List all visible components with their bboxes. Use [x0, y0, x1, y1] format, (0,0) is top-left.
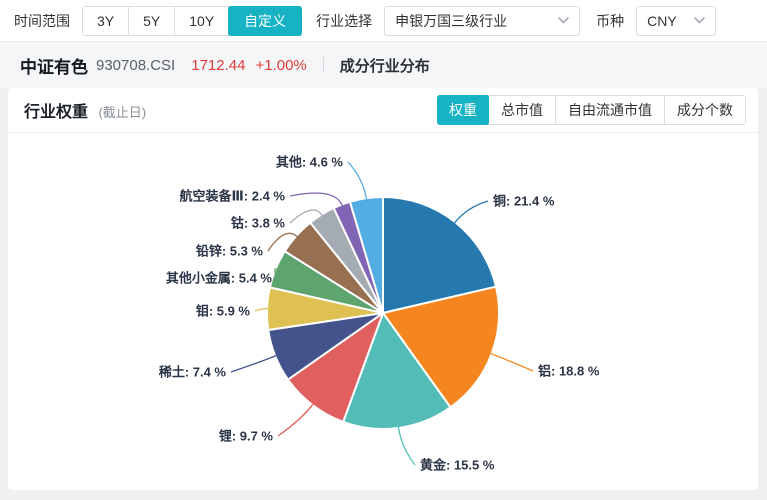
industry-select-label: 行业选择 — [316, 11, 372, 31]
industry-select[interactable]: 申银万国三级行业 — [384, 6, 580, 36]
index-change: +1.00% — [255, 57, 306, 74]
pie-label: 锂: 9.7 % — [219, 429, 274, 444]
pie-label: 其他: 4.6 % — [276, 155, 344, 170]
currency-select-value: CNY — [647, 13, 677, 29]
page: 时间范围 3Y 5Y 10Y 自定义 行业选择 申银万国三级行业 币种 CNY … — [0, 0, 767, 500]
tab-total-market-cap[interactable]: 总市值 — [489, 96, 556, 124]
vertical-divider — [323, 57, 324, 73]
time-custom-button[interactable]: 自定义 — [228, 6, 302, 36]
pie-label-line — [290, 193, 342, 206]
metric-tabs: 权重 总市值 自由流通市值 成分个数 — [437, 95, 746, 125]
tab-free-float-market-cap[interactable]: 自由流通市值 — [556, 96, 665, 124]
index-bar: 中证有色 930708.CSI 1712.44 +1.00% 成分行业分布 — [0, 42, 767, 88]
index-price: 1712.44 — [191, 57, 245, 74]
pie-label-line — [278, 404, 313, 436]
chevron-down-icon — [694, 17, 705, 24]
time-10y-button[interactable]: 10Y — [175, 7, 229, 35]
pie-label: 铝: 18.8 % — [538, 364, 600, 379]
panel-title-wrap: 行业权重 (截止日) — [24, 98, 146, 122]
time-3y-button[interactable]: 3Y — [83, 7, 129, 35]
panel-title: 行业权重 — [24, 104, 88, 121]
tab-constituent-count[interactable]: 成分个数 — [665, 96, 745, 124]
index-name: 中证有色 — [20, 53, 88, 78]
industry-select-value: 申银万国三级行业 — [395, 11, 507, 31]
index-code: 930708.CSI — [96, 57, 175, 74]
pie-label: 钼: 5.9 % — [196, 304, 251, 319]
pie-label: 黄金: 15.5 % — [420, 458, 495, 473]
tab-weight[interactable]: 权重 — [437, 95, 490, 125]
industry-weight-panel: 行业权重 (截止日) 权重 总市值 自由流通市值 成分个数 铜: 21.4 % 铝… — [8, 88, 758, 490]
pie-label: 铅锌: 5.3 % — [196, 244, 264, 259]
time-range-label: 时间范围 — [14, 11, 70, 31]
chevron-down-icon — [558, 17, 569, 24]
panel-header: 行业权重 (截止日) 权重 总市值 自由流通市值 成分个数 — [8, 88, 758, 133]
time-5y-button[interactable]: 5Y — [129, 7, 175, 35]
toolbar: 时间范围 3Y 5Y 10Y 自定义 行业选择 申银万国三级行业 币种 CNY — [0, 0, 767, 42]
currency-select[interactable]: CNY — [636, 6, 716, 36]
pie-label-line — [398, 427, 415, 465]
section-title: 成分行业分布 — [340, 55, 430, 76]
pie-label-line — [454, 201, 488, 223]
pie-label: 钴: 3.8 % — [231, 216, 286, 231]
pie-label-line — [231, 356, 276, 372]
pie-label: 铜: 21.4 % — [492, 194, 555, 209]
pie-label-line — [491, 354, 533, 371]
pie-chart: 铜: 21.4 % 铝: 18.8 % 黄金: 15.5 % 锂: 9.7 % 稀土: … — [8, 133, 758, 489]
pie-label: 其他小金属: 5.4 % — [166, 271, 273, 286]
currency-label: 币种 — [596, 11, 624, 31]
pie-label: 稀土: 7.4 % — [159, 365, 227, 380]
panel-subtitle: (截止日) — [98, 105, 146, 120]
pie-label-line — [348, 162, 366, 199]
pie-label: 航空装备Ⅲ: 2.4 % — [180, 189, 286, 204]
time-range-group: 3Y 5Y 10Y 自定义 — [82, 6, 302, 36]
